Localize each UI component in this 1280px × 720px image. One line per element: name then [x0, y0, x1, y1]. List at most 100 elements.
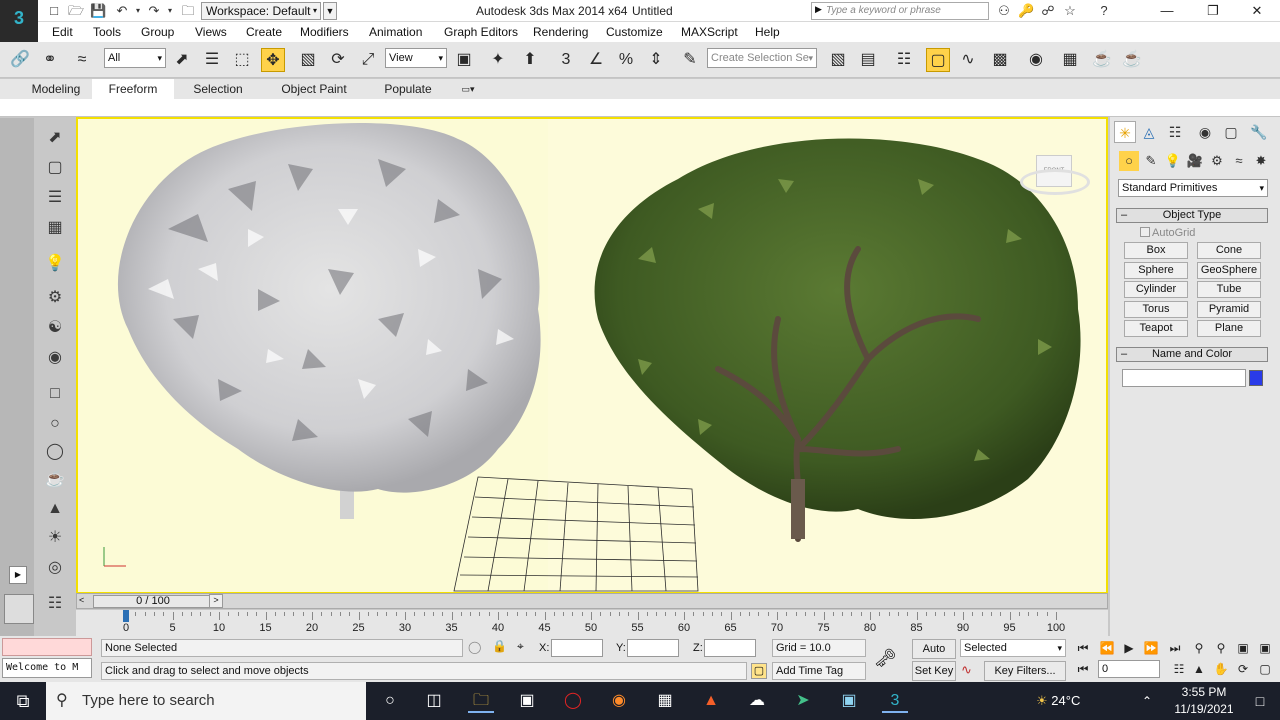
menu-customize[interactable]: Customize: [606, 25, 663, 39]
time-slider-thumb[interactable]: 0 / 100: [93, 595, 213, 608]
key-filters-button[interactable]: Key Filters...: [984, 661, 1066, 681]
open-file-icon[interactable]: 🗁: [68, 3, 84, 19]
set-key-mode-icon[interactable]: 🗝: [874, 648, 897, 669]
unlink-icon[interactable]: ⚭: [38, 48, 62, 72]
menu-rendering[interactable]: Rendering: [533, 25, 588, 39]
geometry-category-icon[interactable]: ○: [1119, 151, 1139, 171]
app-icon[interactable]: ☁: [744, 689, 770, 713]
ribbon-tab-populate[interactable]: Populate: [372, 79, 444, 99]
pivot-center-icon[interactable]: ▣: [452, 48, 476, 72]
sketchup-icon[interactable]: ▣: [836, 689, 862, 713]
clock-date[interactable]: 11/19/2021: [1170, 702, 1238, 716]
menu-views[interactable]: Views: [195, 25, 227, 39]
taskbar-search-box[interactable]: Type here to search: [46, 682, 366, 720]
brave-icon[interactable]: ▲: [698, 689, 724, 713]
task-view-icon[interactable]: ◫: [421, 689, 447, 713]
notepad-icon[interactable]: ▣: [514, 689, 540, 713]
viewcube-widget[interactable]: FRONT: [1020, 151, 1090, 205]
calculator-icon[interactable]: ▦: [652, 689, 678, 713]
select-manipulate-icon[interactable]: ✦: [486, 48, 510, 72]
select-object-icon[interactable]: ⬈: [170, 48, 194, 72]
perspective-viewport[interactable]: FRONT: [76, 117, 1108, 594]
viewport-layout-icon[interactable]: [4, 594, 34, 624]
keyboard-shortcut-override-icon[interactable]: ⬆: [518, 48, 542, 72]
material-editor-icon[interactable]: ◉: [1024, 48, 1048, 72]
cylinder-icon[interactable]: ◯: [43, 440, 67, 464]
zoom-extents-icon[interactable]: ▣: [1234, 639, 1252, 657]
key-mode-dropdown[interactable]: Selected ▾: [960, 639, 1066, 657]
redo-dropdown-icon[interactable]: ▾: [162, 3, 178, 19]
hierarchy-tab-icon[interactable]: ☷: [1164, 121, 1186, 143]
firefox-icon[interactable]: ◉: [606, 689, 632, 713]
systems-category-icon[interactable]: ✸: [1251, 151, 1271, 171]
render-production-icon[interactable]: ☕: [1120, 48, 1144, 72]
object-name-input[interactable]: [1122, 369, 1246, 387]
render-icon[interactable]: ▢: [43, 156, 67, 180]
maxscript-listener[interactable]: Welcome to M: [2, 658, 92, 678]
rendered-frame-window-icon[interactable]: ☕: [1090, 48, 1114, 72]
close-button[interactable]: ✕: [1234, 0, 1280, 22]
torus-button[interactable]: Torus: [1124, 301, 1188, 318]
ribbon-tab-selection[interactable]: Selection: [182, 79, 254, 99]
zoom-extents-all-icon[interactable]: ▣: [1256, 639, 1274, 657]
play-icon[interactable]: ▶: [1120, 639, 1138, 657]
redo-icon[interactable]: ↷: [146, 3, 162, 19]
select-icon[interactable]: ⬈: [43, 126, 67, 150]
undo-dropdown-icon[interactable]: ▾: [130, 3, 146, 19]
create-tab-icon[interactable]: ✳: [1114, 121, 1136, 143]
subscription-key-icon[interactable]: 🔑: [1018, 3, 1034, 19]
bind-space-warp-icon[interactable]: ≈: [70, 48, 94, 72]
object-category-dropdown[interactable]: Standard Primitives ▾: [1118, 179, 1268, 197]
select-and-rotate-icon[interactable]: ⟳: [326, 48, 350, 72]
object-type-rollout-header[interactable]: – Object Type: [1116, 208, 1268, 223]
sun-icon[interactable]: ☀: [43, 526, 67, 550]
key-mode-toggle-icon[interactable]: ⏮: [1074, 660, 1092, 678]
time-slider[interactable]: < 0 / 100 >: [76, 593, 1108, 609]
3ds-max-taskbar-icon[interactable]: 3: [882, 689, 908, 713]
windows-start-icon[interactable]: ⧉: [0, 682, 46, 720]
selection-filter-dropdown[interactable]: All ▾: [104, 48, 166, 68]
named-selection-dropdown[interactable]: Create Selection Se ▾: [707, 48, 817, 68]
sphere-icon[interactable]: ○: [43, 412, 67, 436]
time-slider-next-icon[interactable]: >: [209, 594, 223, 608]
snaps-toggle-icon[interactable]: 3: [554, 48, 578, 72]
previous-frame-icon[interactable]: ⏪: [1098, 639, 1116, 657]
helper-icon[interactable]: ⚙: [43, 286, 67, 310]
light-icon[interactable]: 💡: [43, 252, 67, 276]
time-slider-prev-icon[interactable]: <: [79, 595, 84, 605]
link-icon[interactable]: 🔗: [8, 48, 32, 72]
spreadsheet-icon[interactable]: ▦: [43, 216, 67, 240]
menu-help[interactable]: Help: [755, 25, 780, 39]
sphere-button[interactable]: Sphere: [1124, 262, 1188, 279]
favorites-star-icon[interactable]: ☆: [1062, 3, 1078, 19]
selection-lock-icon[interactable]: 🔒: [492, 639, 507, 653]
select-and-scale-icon[interactable]: ⤢: [356, 48, 380, 72]
name-color-rollout-header[interactable]: – Name and Color: [1116, 347, 1268, 362]
box-button[interactable]: Box: [1124, 242, 1188, 259]
file-explorer-icon[interactable]: 🗀: [468, 689, 494, 713]
teapot-button[interactable]: Teapot: [1124, 320, 1188, 337]
minimize-button[interactable]: —: [1144, 0, 1190, 22]
systems-icon[interactable]: ◉: [43, 346, 67, 370]
current-frame-marker[interactable]: [123, 610, 129, 622]
app-logo-button[interactable]: 3: [0, 0, 38, 42]
notification-center-icon[interactable]: □: [1240, 682, 1280, 720]
menu-animation[interactable]: Animation: [369, 25, 422, 39]
cone-button[interactable]: Cone: [1197, 242, 1261, 259]
cone-icon[interactable]: ▲: [43, 497, 67, 521]
helpers-category-icon[interactable]: ⚙: [1207, 151, 1227, 171]
project-folder-icon[interactable]: 🗀: [180, 3, 196, 19]
curve-editor-icon[interactable]: ∿: [956, 48, 980, 72]
select-and-move-icon[interactable]: ✥: [261, 48, 285, 72]
layers-icon[interactable]: ☷: [43, 592, 67, 616]
utilities-tab-icon[interactable]: 🔧: [1248, 121, 1270, 143]
binoculars-icon[interactable]: ⚇: [996, 3, 1012, 19]
maximize-button[interactable]: ❐: [1190, 0, 1236, 22]
tray-overflow-icon[interactable]: ⌃: [1142, 682, 1152, 720]
communication-center-icon[interactable]: ☍: [1040, 3, 1056, 19]
absolute-mode-icon[interactable]: ⌖: [517, 639, 524, 654]
menu-create[interactable]: Create: [246, 25, 282, 39]
go-to-end-icon[interactable]: ⏭: [1166, 639, 1184, 657]
x-coord-input[interactable]: [551, 639, 603, 657]
target-icon[interactable]: ◎: [43, 556, 67, 580]
